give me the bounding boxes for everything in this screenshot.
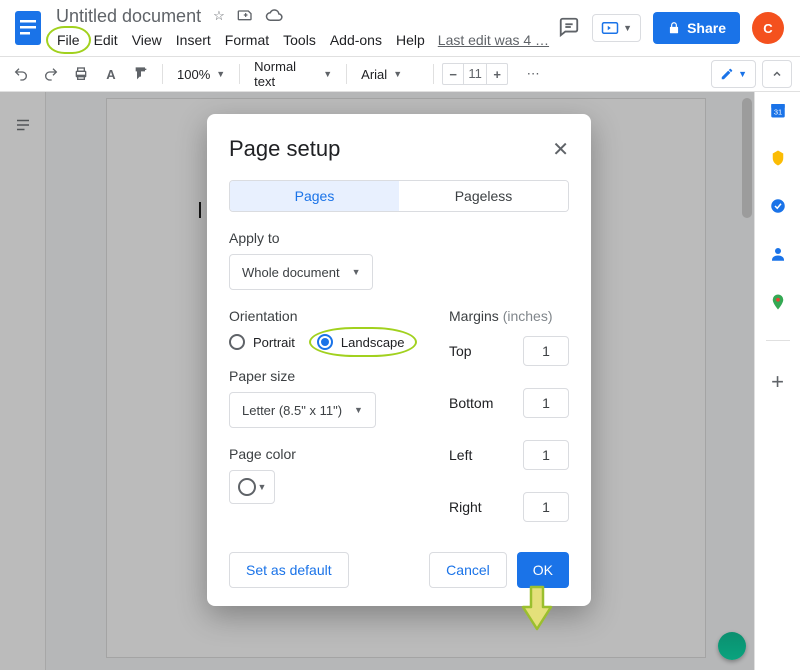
menu-format[interactable]: Format bbox=[218, 28, 276, 52]
ok-button[interactable]: OK bbox=[517, 552, 569, 588]
portrait-label: Portrait bbox=[253, 335, 295, 350]
editing-mode-button[interactable]: ▼ bbox=[711, 60, 756, 88]
contacts-icon[interactable] bbox=[768, 244, 788, 264]
set-default-button[interactable]: Set as default bbox=[229, 552, 349, 588]
apply-to-select[interactable]: Whole document ▼ bbox=[229, 254, 373, 290]
cloud-status-icon[interactable] bbox=[265, 8, 283, 25]
margin-right-label: Right bbox=[449, 499, 482, 515]
menu-addons[interactable]: Add-ons bbox=[323, 28, 389, 52]
landscape-label: Landscape bbox=[341, 335, 405, 350]
dialog-tabs: Pages Pageless bbox=[229, 180, 569, 212]
caret-down-icon: ▼ bbox=[258, 482, 267, 492]
star-icon[interactable]: ☆ bbox=[213, 8, 225, 24]
orientation-label: Orientation bbox=[229, 308, 421, 324]
rail-separator bbox=[766, 340, 790, 341]
menu-view[interactable]: View bbox=[125, 28, 169, 52]
tab-pageless[interactable]: Pageless bbox=[399, 181, 568, 211]
tab-pages[interactable]: Pages bbox=[230, 181, 399, 211]
cancel-button[interactable]: Cancel bbox=[429, 552, 507, 588]
caret-down-icon: ▼ bbox=[352, 267, 361, 277]
caret-down-icon: ▼ bbox=[323, 69, 332, 79]
tasks-icon[interactable] bbox=[768, 196, 788, 216]
margin-right-input[interactable] bbox=[523, 492, 569, 522]
caret-down-icon: ▼ bbox=[738, 69, 747, 79]
docs-logo[interactable] bbox=[8, 1, 48, 55]
font-size-stepper[interactable]: − 11 + bbox=[442, 63, 508, 85]
last-edit-link[interactable]: Last edit was 4 … bbox=[438, 32, 549, 48]
zoom-select[interactable]: 100%▼ bbox=[171, 61, 231, 87]
menu-tools[interactable]: Tools bbox=[276, 28, 323, 52]
move-icon[interactable] bbox=[237, 7, 253, 26]
undo-button[interactable] bbox=[8, 61, 34, 87]
increase-font-button[interactable]: + bbox=[487, 67, 507, 82]
avatar-initial: C bbox=[763, 21, 772, 36]
toolbar: A 100%▼ Normal text▼ Arial▼ − 11 + ⋯ ▼ bbox=[0, 56, 800, 92]
right-rail: 31 + bbox=[754, 92, 800, 670]
present-button[interactable]: ▼ bbox=[592, 14, 641, 42]
paint-format-button[interactable] bbox=[128, 61, 154, 87]
share-button[interactable]: Share bbox=[653, 12, 740, 44]
explore-fab[interactable] bbox=[718, 632, 746, 660]
doc-title[interactable]: Untitled document bbox=[50, 4, 207, 29]
page-setup-dialog: Page setup ✕ Pages Pageless Apply to Who… bbox=[207, 114, 591, 606]
decrease-font-button[interactable]: − bbox=[443, 67, 463, 82]
caret-down-icon: ▼ bbox=[216, 69, 225, 79]
menu-file[interactable]: File bbox=[50, 28, 87, 52]
font-select[interactable]: Arial▼ bbox=[355, 61, 425, 87]
maps-icon[interactable] bbox=[768, 292, 788, 312]
margin-bottom-input[interactable] bbox=[523, 388, 569, 418]
redo-button[interactable] bbox=[38, 61, 64, 87]
header-center: Untitled document ☆ File Edit View Inser… bbox=[48, 4, 558, 52]
account-avatar[interactable]: C bbox=[752, 12, 784, 44]
menu-bar: File Edit View Insert Format Tools Add-o… bbox=[50, 28, 558, 52]
more-toolbar-button[interactable]: ⋯ bbox=[520, 61, 546, 87]
apply-to-label: Apply to bbox=[229, 230, 569, 246]
close-icon[interactable]: ✕ bbox=[552, 137, 569, 162]
margins-label: Margins (inches) bbox=[449, 308, 569, 324]
paper-size-select[interactable]: Letter (8.5" x 11") ▼ bbox=[229, 392, 376, 428]
spellcheck-button[interactable]: A bbox=[98, 61, 124, 87]
share-label: Share bbox=[687, 20, 726, 36]
margin-left-label: Left bbox=[449, 447, 472, 463]
dialog-title: Page setup bbox=[229, 136, 340, 162]
radio-landscape[interactable]: Landscape bbox=[317, 334, 405, 350]
paper-size-label: Paper size bbox=[229, 368, 421, 384]
page-color-select[interactable]: ▼ bbox=[229, 470, 275, 504]
caret-down-icon: ▼ bbox=[393, 69, 402, 79]
calendar-icon[interactable]: 31 bbox=[768, 100, 788, 120]
caret-down-icon: ▼ bbox=[623, 23, 632, 33]
font-size-value[interactable]: 11 bbox=[463, 64, 487, 84]
svg-text:31: 31 bbox=[773, 108, 781, 117]
add-addon-button[interactable]: + bbox=[771, 369, 784, 395]
keep-icon[interactable] bbox=[768, 148, 788, 168]
app-header: Untitled document ☆ File Edit View Inser… bbox=[0, 0, 800, 56]
page-color-label: Page color bbox=[229, 446, 421, 462]
print-button[interactable] bbox=[68, 61, 94, 87]
caret-down-icon: ▼ bbox=[354, 405, 363, 415]
menu-insert[interactable]: Insert bbox=[169, 28, 218, 52]
radio-icon bbox=[317, 334, 333, 350]
color-swatch bbox=[238, 478, 256, 496]
menu-help[interactable]: Help bbox=[389, 28, 432, 52]
menu-edit[interactable]: Edit bbox=[87, 28, 125, 52]
margin-top-input[interactable] bbox=[523, 336, 569, 366]
radio-portrait[interactable]: Portrait bbox=[229, 334, 295, 350]
margin-bottom-label: Bottom bbox=[449, 395, 493, 411]
style-select[interactable]: Normal text▼ bbox=[248, 61, 338, 87]
margin-top-label: Top bbox=[449, 343, 472, 359]
radio-icon bbox=[229, 334, 245, 350]
collapse-toolbar-button[interactable] bbox=[762, 60, 792, 88]
comments-icon[interactable] bbox=[558, 16, 580, 41]
margin-left-input[interactable] bbox=[523, 440, 569, 470]
